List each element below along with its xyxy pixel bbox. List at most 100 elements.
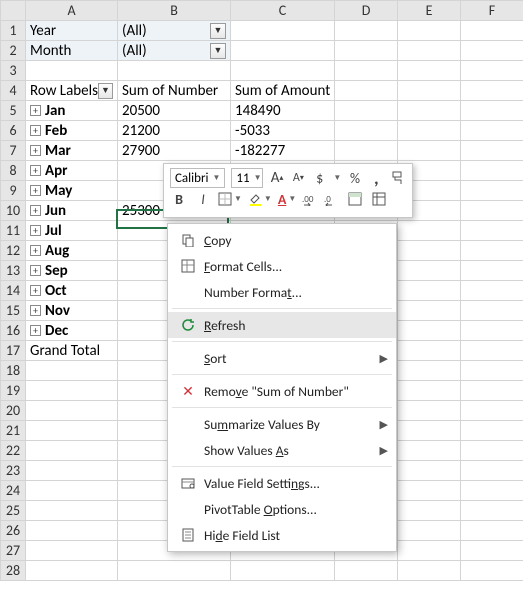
menu-summarize[interactable]: Summarize Values By ▶ xyxy=(168,411,396,437)
font-combo[interactable]: Calibri▼ xyxy=(170,168,225,188)
select-all[interactable] xyxy=(1,1,26,21)
conditional-format-icon[interactable] xyxy=(346,190,364,208)
cell[interactable] xyxy=(231,61,335,81)
font-size-combo[interactable]: 11▼ xyxy=(231,168,263,188)
cell[interactable] xyxy=(398,101,461,121)
cell[interactable] xyxy=(461,381,523,401)
row-label[interactable]: +Mar xyxy=(26,141,118,161)
row-labels-header[interactable]: Row Labels▼ xyxy=(26,81,118,101)
row-label[interactable]: +Sep xyxy=(26,261,118,281)
cell[interactable] xyxy=(461,221,523,241)
row-label[interactable]: +Nov xyxy=(26,301,118,321)
row-27[interactable]: 27 xyxy=(1,541,26,561)
row-label[interactable]: +Dec xyxy=(26,321,118,341)
row-10[interactable]: 10 xyxy=(1,201,26,221)
cell[interactable] xyxy=(398,61,461,81)
cell[interactable] xyxy=(461,121,523,141)
fill-color-icon[interactable]: ▼ xyxy=(248,192,272,206)
cell[interactable] xyxy=(398,341,461,361)
cell[interactable] xyxy=(398,541,461,561)
cell[interactable] xyxy=(231,21,335,41)
cell[interactable] xyxy=(398,361,461,381)
cell[interactable] xyxy=(335,141,398,161)
cell[interactable] xyxy=(26,421,118,441)
expand-icon[interactable]: + xyxy=(30,265,41,276)
expand-icon[interactable]: + xyxy=(30,305,41,316)
col-B[interactable]: B xyxy=(118,1,231,21)
cell[interactable] xyxy=(398,321,461,341)
row-2[interactable]: 2 xyxy=(1,41,26,61)
cell[interactable] xyxy=(118,561,231,581)
cell[interactable] xyxy=(398,561,461,581)
menu-format-cells[interactable]: Format Cells... xyxy=(168,253,396,279)
cell[interactable] xyxy=(461,201,523,221)
cell[interactable] xyxy=(461,481,523,501)
cell[interactable] xyxy=(398,141,461,161)
percent-icon[interactable]: % xyxy=(347,169,362,187)
dropdown-icon[interactable]: ▼ xyxy=(210,43,226,59)
expand-icon[interactable]: + xyxy=(30,205,41,216)
cell[interactable] xyxy=(461,101,523,121)
menu-hide-field-list[interactable]: Hide Field List xyxy=(168,522,396,548)
format-painter-icon[interactable] xyxy=(390,169,406,187)
row-label[interactable]: +Feb xyxy=(26,121,118,141)
cell[interactable] xyxy=(398,221,461,241)
menu-sort[interactable]: Sort ▶ xyxy=(168,345,396,371)
row-4[interactable]: 4 xyxy=(1,81,26,101)
cell[interactable] xyxy=(461,61,523,81)
cell[interactable] xyxy=(461,361,523,381)
cell[interactable] xyxy=(461,81,523,101)
col-E[interactable]: E xyxy=(398,1,461,21)
cell[interactable] xyxy=(461,181,523,201)
expand-icon[interactable]: + xyxy=(30,125,41,136)
bold-icon[interactable]: B xyxy=(170,190,188,208)
cell[interactable] xyxy=(461,461,523,481)
row-23[interactable]: 23 xyxy=(1,461,26,481)
cell[interactable] xyxy=(398,461,461,481)
cell[interactable] xyxy=(26,441,118,461)
cell[interactable] xyxy=(398,81,461,101)
decrease-font-icon[interactable]: A▾ xyxy=(291,169,306,187)
cell[interactable] xyxy=(26,381,118,401)
increase-font-icon[interactable]: A▴ xyxy=(269,169,284,187)
cell[interactable] xyxy=(398,241,461,261)
cell[interactable] xyxy=(398,481,461,501)
cell[interactable] xyxy=(461,421,523,441)
expand-icon[interactable]: + xyxy=(30,245,41,256)
cell[interactable] xyxy=(26,501,118,521)
row-14[interactable]: 14 xyxy=(1,281,26,301)
cell[interactable] xyxy=(461,401,523,421)
cell[interactable] xyxy=(398,381,461,401)
filter-month-value[interactable]: (All)▼ xyxy=(118,41,231,61)
row-15[interactable]: 15 xyxy=(1,301,26,321)
cell[interactable] xyxy=(461,521,523,541)
cell[interactable] xyxy=(461,501,523,521)
row-12[interactable]: 12 xyxy=(1,241,26,261)
cell[interactable] xyxy=(335,121,398,141)
row-5[interactable]: 5 xyxy=(1,101,26,121)
expand-icon[interactable]: + xyxy=(30,285,41,296)
value-cell[interactable]: -5033 xyxy=(231,121,335,141)
menu-copy[interactable]: Copy xyxy=(168,227,396,253)
row-6[interactable]: 6 xyxy=(1,121,26,141)
menu-value-field-settings[interactable]: Value Field Settings... xyxy=(168,470,396,496)
cell[interactable] xyxy=(26,461,118,481)
row-20[interactable]: 20 xyxy=(1,401,26,421)
cell[interactable] xyxy=(398,121,461,141)
row-19[interactable]: 19 xyxy=(1,381,26,401)
value-cell[interactable]: 21200 xyxy=(118,121,231,141)
cell[interactable] xyxy=(335,41,398,61)
cell[interactable] xyxy=(461,41,523,61)
row-label[interactable]: +Aug xyxy=(26,241,118,261)
cell[interactable] xyxy=(398,301,461,321)
cell[interactable] xyxy=(26,361,118,381)
cell[interactable] xyxy=(335,21,398,41)
cell[interactable] xyxy=(398,41,461,61)
row-1[interactable]: 1 xyxy=(1,21,26,41)
cell[interactable] xyxy=(398,421,461,441)
cell[interactable] xyxy=(461,341,523,361)
cell[interactable] xyxy=(461,301,523,321)
cell[interactable] xyxy=(26,561,118,581)
row-21[interactable]: 21 xyxy=(1,421,26,441)
row-26[interactable]: 26 xyxy=(1,521,26,541)
